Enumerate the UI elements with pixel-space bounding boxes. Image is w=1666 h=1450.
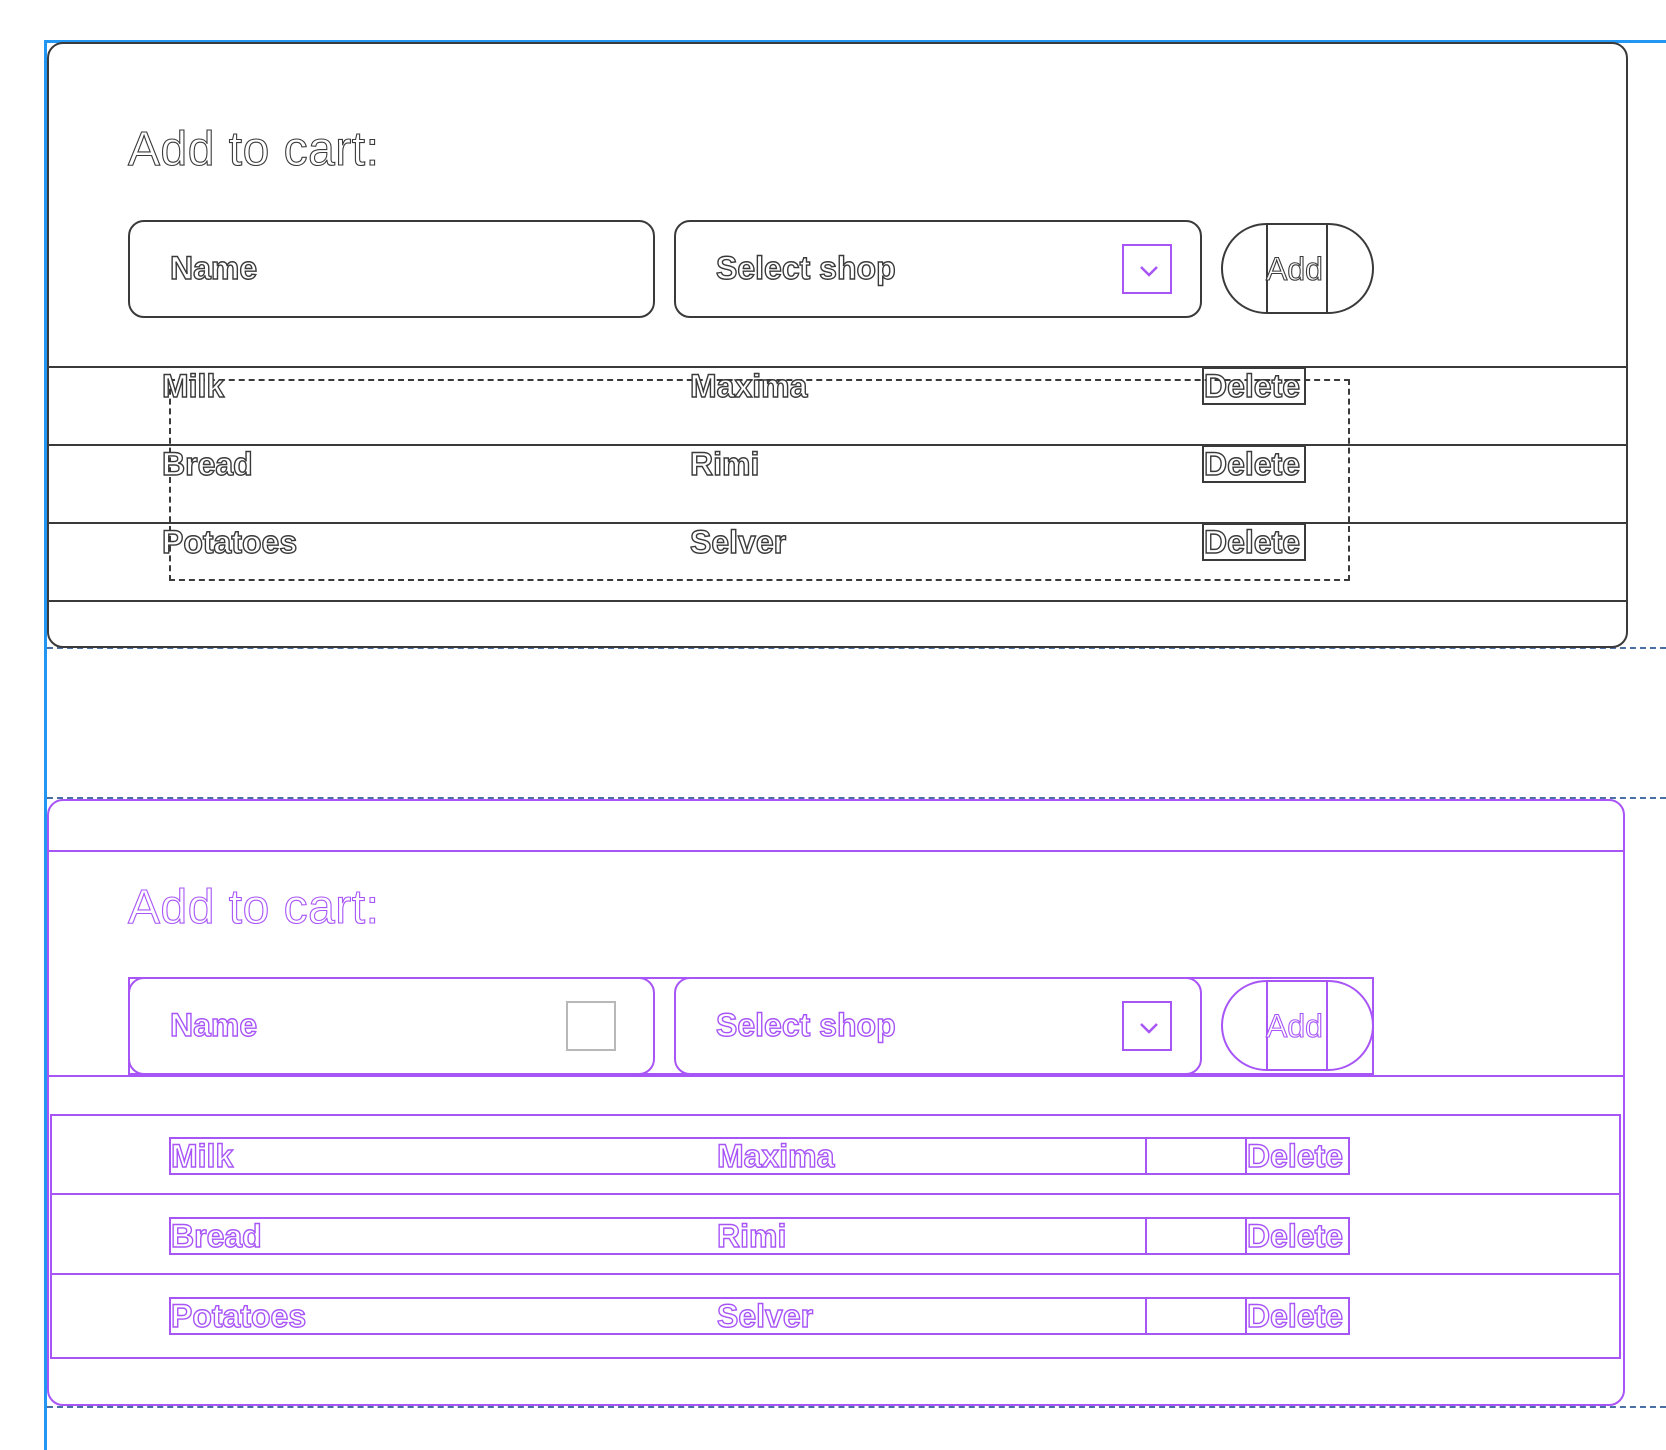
table-row: Potatoes Selver Delete bbox=[169, 1297, 1350, 1335]
select-placeholder: Select shop bbox=[715, 249, 896, 286]
table-row: Milk Maxima Delete bbox=[169, 1137, 1350, 1175]
delete-label: Delete bbox=[1203, 368, 1301, 404]
shop-select[interactable]: Select shop bbox=[674, 977, 1202, 1075]
item-name: Bread bbox=[161, 445, 253, 482]
delete-label: Delete bbox=[1246, 1298, 1344, 1334]
item-shop: Rimi bbox=[689, 445, 760, 482]
item-shop: Maxima bbox=[689, 367, 808, 404]
item-shop: Selver bbox=[716, 1298, 814, 1334]
name-placeholder: Name bbox=[169, 1006, 258, 1043]
cell-divider bbox=[1145, 1137, 1147, 1175]
row-divider bbox=[47, 600, 1628, 602]
checkbox[interactable] bbox=[566, 1001, 616, 1051]
delete-button[interactable]: Delete bbox=[1202, 367, 1306, 405]
add-button-label: Add bbox=[1265, 1007, 1323, 1044]
delete-button[interactable]: Delete bbox=[1202, 445, 1306, 483]
layout-guide-line bbox=[47, 1075, 1625, 1077]
delete-label: Delete bbox=[1203, 524, 1301, 560]
delete-label: Delete bbox=[1203, 446, 1301, 482]
chevron-down-icon[interactable] bbox=[1122, 244, 1172, 294]
panel-title: Add to cart: bbox=[127, 122, 380, 176]
name-input[interactable]: Name bbox=[128, 220, 655, 318]
add-button-label: Add bbox=[1265, 250, 1323, 287]
shop-select[interactable]: Select shop bbox=[674, 220, 1202, 318]
row-divider bbox=[50, 1193, 1621, 1195]
panel-title: Add to cart: bbox=[127, 880, 380, 934]
item-shop: Maxima bbox=[716, 1138, 835, 1174]
item-shop: Selver bbox=[689, 523, 787, 560]
dashed-guide bbox=[47, 1406, 1666, 1408]
cell-divider bbox=[1145, 1297, 1147, 1335]
item-name: Potatoes bbox=[170, 1298, 307, 1334]
delete-label: Delete bbox=[1246, 1218, 1344, 1254]
add-button[interactable]: Add bbox=[1221, 223, 1374, 314]
item-name: Milk bbox=[170, 1138, 234, 1174]
add-button[interactable]: Add bbox=[1221, 980, 1374, 1071]
row-divider bbox=[47, 366, 1628, 368]
cell-divider bbox=[1145, 1217, 1147, 1255]
item-name: Potatoes bbox=[161, 523, 298, 560]
chevron-down-icon[interactable] bbox=[1122, 1001, 1172, 1051]
delete-button[interactable]: Delete bbox=[1245, 1217, 1350, 1255]
row-divider bbox=[50, 1273, 1621, 1275]
delete-button[interactable]: Delete bbox=[1245, 1297, 1350, 1335]
item-name: Milk bbox=[161, 367, 225, 404]
delete-label: Delete bbox=[1246, 1138, 1344, 1174]
delete-button[interactable]: Delete bbox=[1245, 1137, 1350, 1175]
name-placeholder: Name bbox=[169, 249, 258, 286]
item-shop: Rimi bbox=[716, 1218, 787, 1254]
item-name: Bread bbox=[170, 1218, 262, 1254]
table-row: Bread Rimi Delete bbox=[169, 1217, 1350, 1255]
delete-button[interactable]: Delete bbox=[1202, 523, 1306, 561]
select-placeholder: Select shop bbox=[715, 1006, 896, 1043]
name-input[interactable]: Name bbox=[128, 977, 655, 1075]
layout-guide-line bbox=[47, 850, 1625, 852]
